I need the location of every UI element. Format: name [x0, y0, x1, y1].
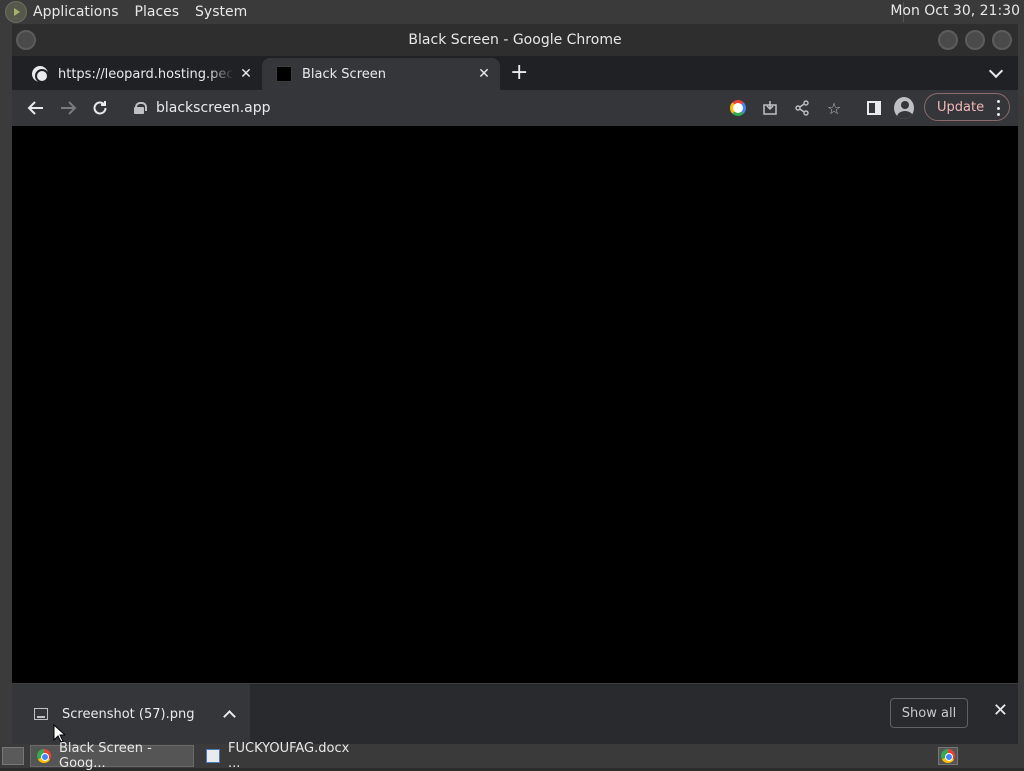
download-shelf: Screenshot (57).png Show all ✕: [12, 683, 1018, 744]
document-icon: [206, 749, 220, 763]
page-content-black[interactable]: [12, 126, 1018, 683]
minimize-button[interactable]: [938, 30, 958, 50]
back-arrow-icon[interactable]: [20, 92, 52, 124]
tab-leopard-hosting[interactable]: https://leopard.hosting.pecon.us ✕: [18, 58, 262, 90]
tab-black-screen[interactable]: Black Screen ✕: [262, 58, 500, 90]
menu-system[interactable]: System: [195, 4, 255, 20]
tab-strip: https://leopard.hosting.pecon.us ✕ Black…: [12, 56, 1018, 90]
window-menu-button[interactable]: [16, 30, 36, 50]
lock-icon[interactable]: [134, 102, 147, 114]
new-tab-plus-icon[interactable]: +: [510, 62, 528, 84]
window-title: Black Screen - Google Chrome: [408, 32, 622, 48]
forward-arrow-icon[interactable]: [52, 92, 84, 124]
tab-title: https://leopard.hosting.pecon.us: [58, 66, 234, 82]
download-item[interactable]: Screenshot (57).png: [12, 684, 250, 744]
tab-search-chevron-icon[interactable]: [988, 64, 1004, 80]
bookmark-star-icon[interactable]: ☆: [824, 98, 844, 118]
desktop-background-left: [0, 24, 12, 744]
clock[interactable]: Mon Oct 30, 21:30: [890, 3, 1020, 19]
taskbar-item-chrome[interactable]: Black Screen - Goog...: [30, 741, 194, 771]
top-panel: Applications Places System Mon Oct 30, 2…: [0, 0, 1024, 24]
tab-title: Black Screen: [302, 66, 386, 82]
image-file-icon: [34, 708, 48, 720]
close-shelf-icon[interactable]: ✕: [993, 700, 1008, 721]
tab-close-icon[interactable]: ✕: [234, 66, 258, 82]
maximize-button[interactable]: [965, 30, 985, 50]
url-text[interactable]: blackscreen.app: [156, 100, 271, 116]
show-all-button[interactable]: Show all: [890, 698, 968, 728]
menu-applications[interactable]: Applications: [33, 4, 127, 20]
update-button[interactable]: Update: [924, 93, 1010, 121]
share-icon[interactable]: [792, 98, 812, 118]
reload-icon[interactable]: [84, 92, 116, 124]
window-titlebar[interactable]: Black Screen - Google Chrome: [12, 24, 1018, 56]
tab-close-icon[interactable]: ✕: [472, 66, 496, 82]
browser-toolbar: blackscreen.app ☆ Update: [12, 90, 1018, 126]
browser-window: Black Screen - Google Chrome https://leo…: [12, 24, 1018, 744]
profile-avatar-icon[interactable]: [894, 97, 914, 119]
task-label: Black Screen - Goog...: [59, 741, 152, 771]
google-lens-icon[interactable]: [728, 98, 748, 118]
side-panel-icon[interactable]: [864, 98, 884, 118]
bottom-taskbar: Black Screen - Goog... FUCKYOUFAG.docx .…: [0, 741, 1024, 771]
chrome-icon: [37, 749, 51, 763]
close-window-button[interactable]: [992, 30, 1012, 50]
update-label: Update: [937, 99, 985, 115]
black-square-icon: [276, 66, 292, 82]
kebab-menu-icon[interactable]: [997, 100, 1001, 116]
menu-places[interactable]: Places: [135, 4, 188, 20]
tray-chrome-icon[interactable]: [938, 747, 958, 765]
address-bar[interactable]: blackscreen.app: [124, 94, 720, 122]
taskbar-item-document[interactable]: FUCKYOUFAG.docx ...: [200, 741, 370, 771]
download-filename: Screenshot (57).png: [62, 706, 195, 722]
show-desktop-icon[interactable]: [2, 747, 24, 765]
install-app-icon[interactable]: [760, 98, 780, 118]
chevron-up-icon[interactable]: [222, 707, 236, 721]
task-label: FUCKYOUFAG.docx ...: [228, 741, 350, 771]
globe-icon: [32, 66, 49, 83]
distro-logo-icon[interactable]: [5, 1, 27, 23]
